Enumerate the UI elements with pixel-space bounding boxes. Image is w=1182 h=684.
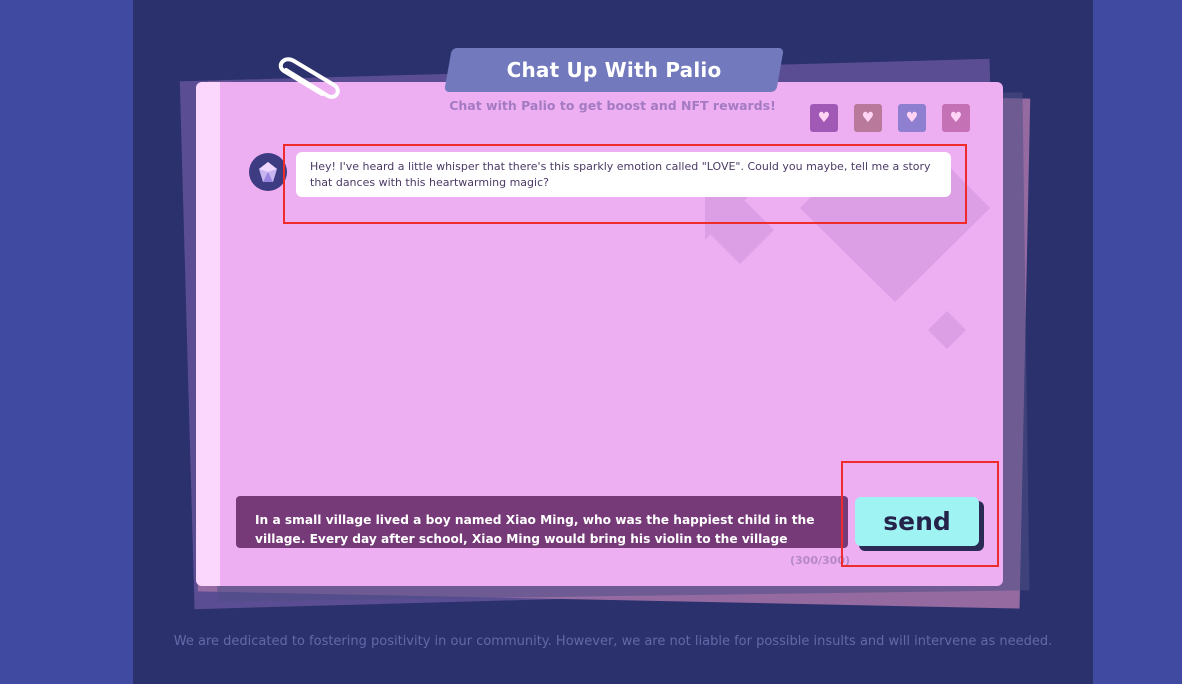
page-title: Chat Up With Palio: [506, 58, 722, 82]
chat-input[interactable]: In a small village lived a boy named Xia…: [236, 496, 848, 548]
heart-bubble-icon[interactable]: ♥: [898, 104, 926, 132]
message-highlight-box: [283, 144, 967, 224]
footer-disclaimer: We are dedicated to fostering positivity…: [173, 634, 1053, 649]
reward-icons: ♥ ♥ ♥ ♥: [810, 104, 970, 132]
send-highlight-box: [841, 461, 999, 567]
heart-lips-icon[interactable]: ♥: [854, 104, 882, 132]
page-subtitle: Chat with Palio to get boost and NFT rew…: [449, 98, 776, 113]
gem-avatar-icon: [259, 162, 277, 182]
card-edge-strip: [196, 82, 220, 586]
heart-arrow-icon[interactable]: ♥: [942, 104, 970, 132]
palio-avatar: [249, 153, 287, 191]
paperclip-icon: [278, 57, 340, 99]
heart-gem-icon[interactable]: ♥: [810, 104, 838, 132]
